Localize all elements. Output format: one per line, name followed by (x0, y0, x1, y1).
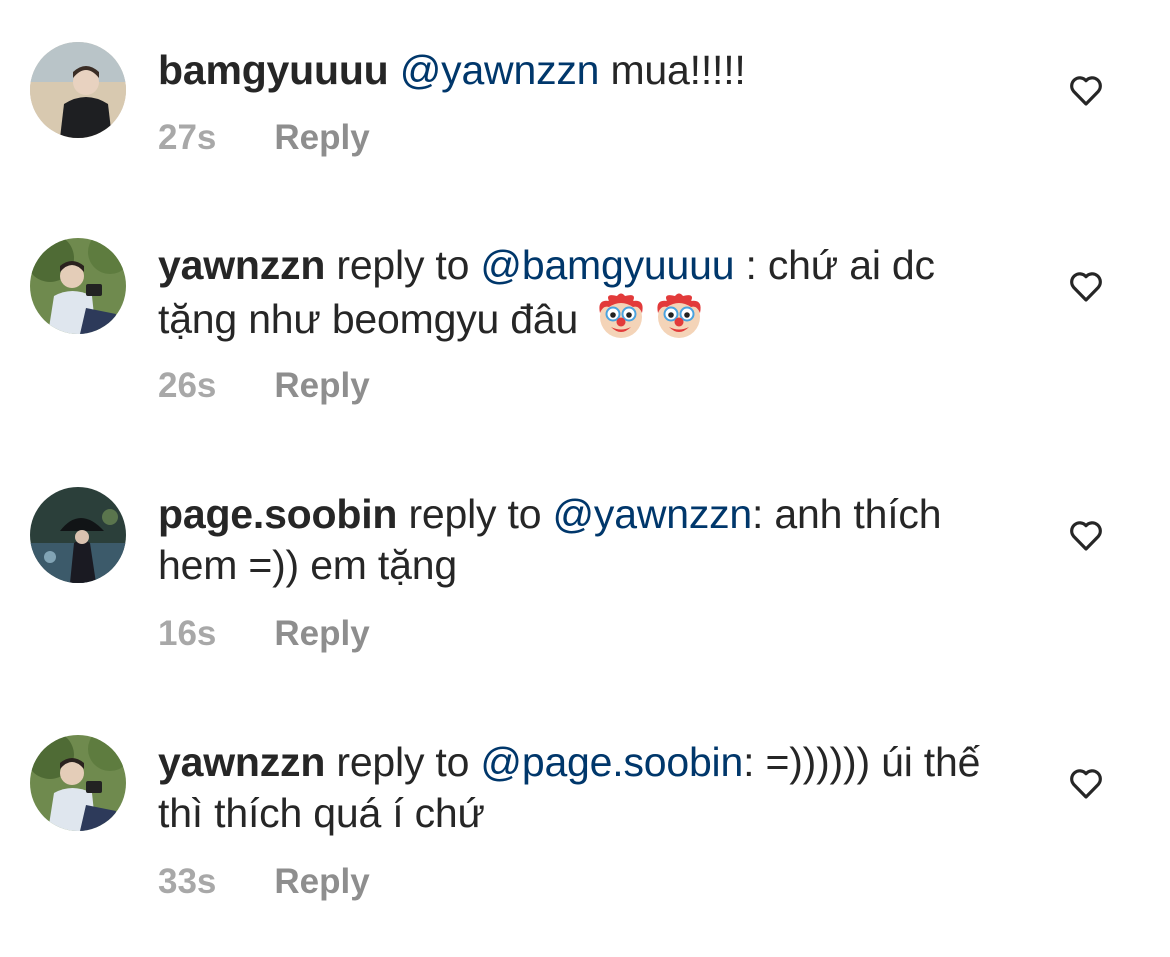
avatar-yawnzzn[interactable] (30, 238, 126, 334)
comment-meta: 33s Reply (158, 862, 370, 902)
comment-text: page.soobin reply to @yawnzzn: anh thích… (158, 489, 1018, 591)
heart-icon[interactable] (1066, 265, 1106, 305)
comment-meta: 27s Reply (158, 118, 370, 158)
comment-username[interactable]: yawnzzn (158, 739, 325, 785)
reply-button[interactable]: Reply (274, 862, 369, 901)
comment-timestamp: 33s (158, 862, 217, 901)
avatar-page-soobin[interactable] (30, 487, 126, 583)
comment-timestamp: 16s (158, 614, 217, 653)
comment-username[interactable]: bamgyuuuu (158, 47, 389, 93)
reply-to-label: reply to (325, 242, 481, 288)
avatar-yawnzzn[interactable] (30, 735, 126, 831)
comment-text: yawnzzn reply to @page.soobin: =)))))) ú… (158, 737, 1018, 839)
reply-to-label: reply to (397, 491, 553, 537)
comment-username[interactable]: page.soobin (158, 491, 397, 537)
comment-mention[interactable]: @bamgyuuuu (480, 242, 734, 288)
comment-mention[interactable]: @yawnzzn (553, 491, 753, 537)
heart-icon[interactable] (1066, 69, 1106, 109)
reply-button[interactable]: Reply (274, 118, 369, 157)
comment-text: bamgyuuuu @yawnzzn mua!!!!! (158, 45, 1018, 96)
comment-meta: 16s Reply (158, 614, 370, 654)
comment-username[interactable]: yawnzzn (158, 242, 325, 288)
avatar-bamgyuuuu[interactable] (30, 42, 126, 138)
comment-mention[interactable]: @yawnzzn (400, 47, 600, 93)
reply-button[interactable]: Reply (274, 614, 369, 653)
reply-to-label: reply to (325, 739, 481, 785)
reply-button[interactable]: Reply (274, 366, 369, 405)
comment-text: yawnzzn reply to @bamgyuuuu : chứ ai dc … (158, 240, 1018, 345)
comment-timestamp: 26s (158, 366, 217, 405)
comment-timestamp: 27s (158, 118, 217, 157)
comment-mention[interactable]: @page.soobin (480, 739, 743, 785)
clown-face-emoji (657, 293, 701, 338)
comment-message: mua!!!!! (599, 47, 746, 93)
heart-icon[interactable] (1066, 762, 1106, 802)
clown-face-emoji (599, 293, 643, 338)
comment-meta: 26s Reply (158, 366, 370, 406)
heart-icon[interactable] (1066, 514, 1106, 554)
